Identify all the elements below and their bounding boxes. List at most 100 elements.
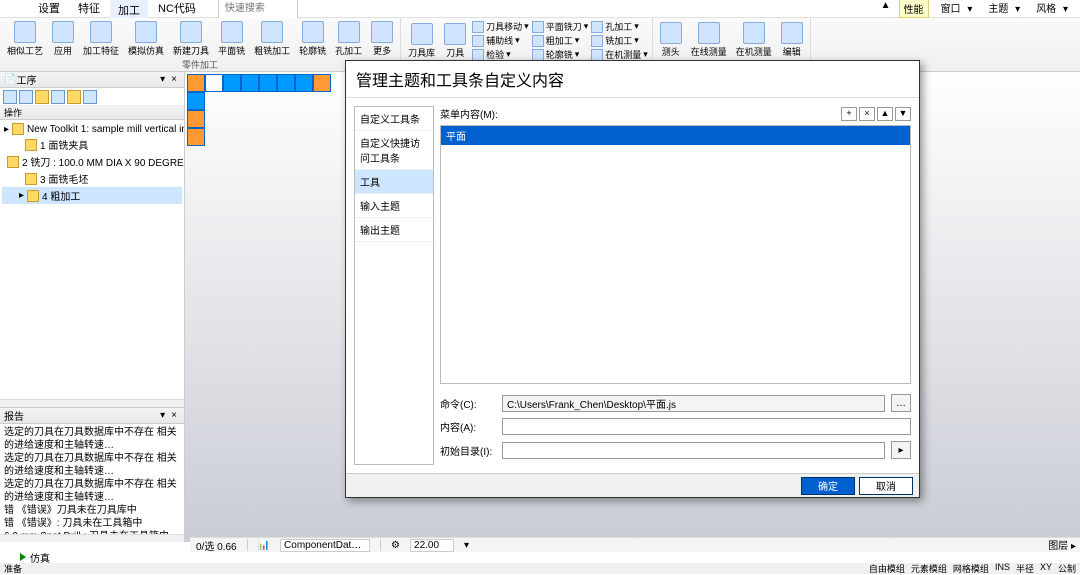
ops-toolbar (0, 88, 184, 106)
op-icon (25, 139, 37, 151)
rb-onmach[interactable]: 在机测量 (733, 20, 775, 59)
rb-contour[interactable]: 轮廓铣 (296, 20, 329, 58)
pal-8[interactable] (313, 74, 331, 92)
rb-row1b[interactable]: 平面铣刀▾ (532, 20, 589, 33)
cmd-label: 命令(C): (440, 396, 496, 411)
num-input[interactable] (410, 539, 454, 552)
rb-tool[interactable]: 刀具 (441, 20, 469, 61)
rb-hole[interactable]: 孔加工 (332, 20, 365, 58)
dialog-title: 管理主题和工具条自定义内容 (346, 61, 919, 98)
tab-machining[interactable]: 加工 (110, 0, 148, 20)
log-pin-icon[interactable]: ▾ (157, 410, 168, 421)
rb-feat[interactable]: 加工特征 (80, 20, 122, 58)
remove-item-button[interactable]: × (859, 107, 875, 121)
component-combo[interactable] (280, 539, 370, 552)
nav-tools[interactable]: 工具 (355, 170, 433, 194)
menu-content-list[interactable]: 平面 (440, 125, 911, 384)
pal-7[interactable] (295, 74, 313, 92)
op-icon (25, 173, 37, 185)
cancel-button[interactable]: 取消 (859, 477, 913, 495)
ops-tb-5[interactable] (67, 90, 81, 104)
pal-4[interactable] (241, 74, 259, 92)
command-input[interactable] (502, 395, 885, 412)
operation-tree[interactable]: ▸New Toolkit 1: sample mill vertical inc… (0, 120, 184, 399)
theme-menu[interactable]: 主题 ▾ (980, 0, 1024, 18)
perf-button[interactable]: 性能 (899, 0, 929, 18)
op-icon (27, 190, 39, 202)
pal-1[interactable] (187, 74, 205, 92)
pal-11[interactable] (187, 128, 205, 146)
rb-online[interactable]: 在线测量 (688, 20, 730, 59)
log-body[interactable]: 选定的刀具在刀具数据库中不存在 相关的进给速度和主轴转速… 选定的刀具在刀具数据… (0, 424, 184, 534)
tab-feature[interactable]: 特征 (70, 0, 108, 20)
status-bar-2: 准备 自由模组 元素模组 网格模组 INS 半径 XY 公制 (0, 563, 1080, 574)
move-up-button[interactable]: ▲ (877, 107, 893, 121)
rb-more[interactable]: 更多 (368, 20, 396, 58)
rb-toollib[interactable]: 刀具库 (405, 20, 438, 61)
arg-label: 内容(A): (440, 419, 496, 434)
list-item[interactable]: 平面 (441, 126, 910, 145)
rb-row2a[interactable]: 辅助线▾ (472, 34, 529, 47)
pal-5[interactable] (259, 74, 277, 92)
rb-row2c[interactable]: 铣加工▾ (591, 34, 648, 47)
menu-bar: 设置 特征 加工 NC代码 ▲ 性能 窗口 ▾ 主题 ▾ 风格 ▾ (0, 0, 1080, 18)
rb-face[interactable]: 平面铣 (215, 20, 248, 58)
op-icon (7, 156, 19, 168)
play-icon[interactable] (20, 553, 26, 561)
ops-tb-3[interactable] (35, 90, 49, 104)
rb-probe[interactable]: 测头 (657, 20, 685, 59)
ops-tb-4[interactable] (51, 90, 65, 104)
pal-3[interactable] (223, 74, 241, 92)
stats-icon[interactable]: 📊 (258, 540, 270, 551)
ops-tb-6[interactable] (83, 90, 97, 104)
rb-row1a[interactable]: 刀具移动▾ (472, 20, 529, 33)
tab-nc-code[interactable]: NC代码 (150, 0, 204, 20)
pal-10[interactable] (187, 110, 205, 128)
dialog-nav: 自定义工具条 自定义快捷访问工具条 工具 输入主题 输出主题 (354, 106, 434, 465)
rb-sim[interactable]: 模拟仿真 (125, 20, 167, 58)
window-menu[interactable]: 窗口 ▾ (933, 0, 977, 18)
add-item-button[interactable]: + (841, 107, 857, 121)
log-close-icon[interactable]: × (168, 410, 180, 421)
ribbon-group-label: 零件加工 (4, 58, 396, 71)
list-label: 菜单内容(M): (440, 106, 841, 121)
nav-custom-toolbar[interactable]: 自定义工具条 (355, 107, 433, 131)
panel-pin-icon[interactable]: ▾ (157, 74, 168, 85)
pal-2[interactable] (205, 74, 223, 92)
ops-sub-title: 操作 (0, 106, 184, 120)
nav-custom-qat[interactable]: 自定义快捷访问工具条 (355, 131, 433, 170)
scrollbar[interactable] (0, 534, 184, 542)
panel-header-ops: 📄工序 ▾ × (0, 72, 184, 88)
pal-9[interactable] (187, 92, 205, 110)
view-palette (187, 74, 331, 146)
toolkit-icon (12, 123, 24, 135)
status-bar-1: 0/选 0.66 📊 ⚙ ▾ (190, 537, 1080, 552)
customize-dialog: 管理主题和工具条自定义内容 自定义工具条 自定义快捷访问工具条 工具 输入主题 … (345, 60, 920, 498)
rb-apply[interactable]: 应用 (49, 20, 77, 58)
scrollbar[interactable] (0, 399, 184, 407)
ok-button[interactable]: 确定 (801, 477, 855, 495)
style-menu[interactable]: 风格 ▾ (1028, 0, 1072, 18)
browse-initdir-button[interactable]: ▸ (891, 441, 911, 459)
panel-close-icon[interactable]: × (168, 74, 180, 85)
init-label: 初始目录(I): (440, 443, 496, 458)
log-header: 报告 ▾ × (0, 408, 184, 424)
rb-edit[interactable]: 编辑 (778, 20, 806, 59)
rb-similar[interactable]: 相似工艺 (4, 20, 46, 58)
initial-dir-input[interactable] (502, 442, 885, 459)
nav-import-theme[interactable]: 输入主题 (355, 194, 433, 218)
rb-newtool[interactable]: 新建刀具 (170, 20, 212, 58)
ops-tb-1[interactable] (3, 90, 17, 104)
rb-row1c[interactable]: 孔加工▾ (591, 20, 648, 33)
browse-command-button[interactable]: … (891, 394, 911, 412)
rb-rough[interactable]: 粗铣加工 (251, 20, 293, 58)
pal-6[interactable] (277, 74, 295, 92)
quick-search-input[interactable] (218, 0, 298, 20)
rb-row2b[interactable]: 粗加工▾ (532, 34, 589, 47)
move-down-button[interactable]: ▼ (895, 107, 911, 121)
tab-settings[interactable]: 设置 (30, 0, 68, 20)
nav-export-theme[interactable]: 输出主题 (355, 218, 433, 242)
ops-tb-2[interactable] (19, 90, 33, 104)
arguments-input[interactable] (502, 418, 911, 435)
opt-icon[interactable]: ⚙ (391, 540, 400, 551)
